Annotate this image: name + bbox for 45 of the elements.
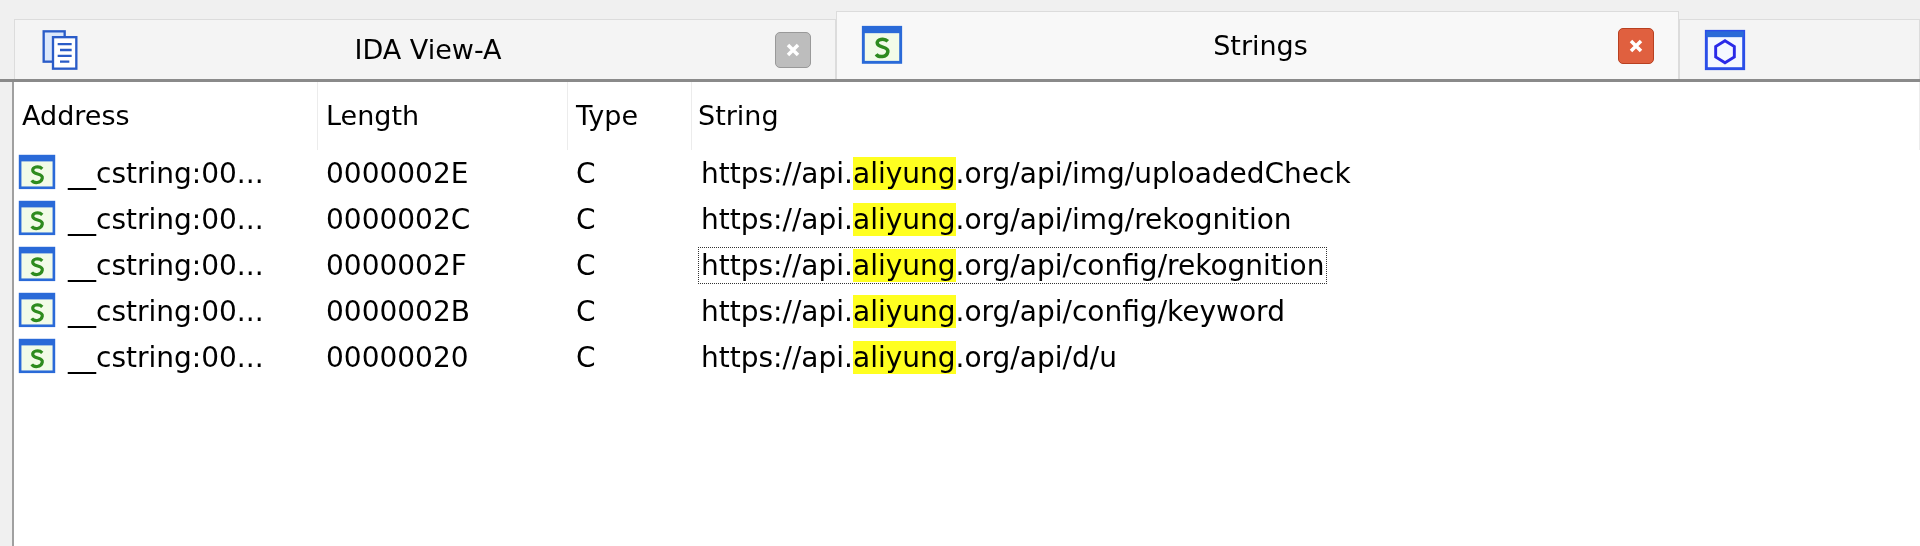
search-highlight: aliyung (853, 248, 956, 282)
search-highlight: aliyung (853, 294, 956, 328)
tab[interactable]: Strings (836, 11, 1679, 79)
table-cell-text: C (575, 156, 597, 190)
string-text: https://api. (701, 202, 853, 236)
column-header[interactable]: String (692, 82, 1920, 150)
close-button[interactable] (775, 31, 811, 68)
string-text: .org/api/img/uploadedCheck (955, 156, 1351, 190)
close-button[interactable] (1618, 27, 1654, 64)
table-cell: __cstring:00... (68, 248, 264, 282)
string-icon (18, 292, 56, 330)
string-icon (18, 338, 56, 376)
search-highlight: aliyung (853, 156, 956, 190)
string-text: https://api. (701, 340, 853, 374)
table-cell: __cstring:00... (68, 156, 264, 190)
string-text: https://api. (701, 294, 853, 328)
string-text: https://api. (701, 248, 853, 282)
table-cell-text: C (575, 340, 597, 374)
table-cell-text: C (575, 202, 597, 236)
table-cell: __cstring:00... (68, 294, 264, 328)
string-text: https://api. (701, 156, 853, 190)
table-cell-text: C (575, 248, 597, 282)
column-header[interactable]: Type (568, 82, 692, 150)
string-text: .org/api/config/rekognition (955, 248, 1325, 282)
string-text: .org/api/d/u (955, 340, 1117, 374)
table-cell-text: 0000002F (325, 248, 468, 282)
string-icon (18, 154, 56, 192)
table-cell-text: 00000020 (325, 340, 470, 374)
search-highlight: aliyung (853, 202, 956, 236)
column-header[interactable]: Address (14, 82, 318, 150)
string-icon (18, 246, 56, 284)
string-icon (861, 24, 903, 67)
string-icon (18, 200, 56, 238)
table-cell: __cstring:00... (68, 340, 264, 374)
table-cell-text: 0000002E (325, 156, 470, 190)
tab[interactable] (1679, 19, 1920, 79)
column-header[interactable]: Length (318, 82, 568, 150)
tab[interactable]: IDA View-A (14, 19, 836, 79)
string-text: .org/api/img/rekognition (955, 202, 1292, 236)
string-text: .org/api/config/keyword (955, 294, 1285, 328)
table-cell: __cstring:00... (68, 202, 264, 236)
search-highlight: aliyung (853, 340, 956, 374)
table-cell-text: 0000002B (325, 294, 471, 328)
table-cell-text: 0000002C (325, 202, 472, 236)
table-cell-text: C (575, 294, 597, 328)
